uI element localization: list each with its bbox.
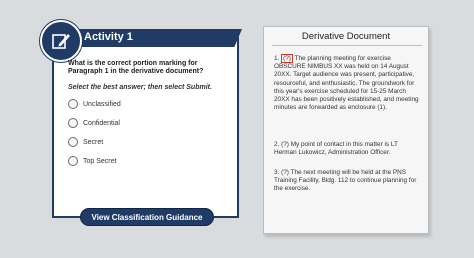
paragraph-number: 2. bbox=[274, 141, 280, 148]
radio-button[interactable] bbox=[68, 137, 78, 147]
document-paragraph-3: 3. (?) The next meeting will be held at … bbox=[274, 169, 422, 194]
portion-marking-highlight: (?) bbox=[281, 54, 293, 63]
paragraph-number: 1. bbox=[274, 55, 280, 62]
document-title: Derivative Document bbox=[301, 31, 391, 42]
title-divider bbox=[272, 45, 422, 46]
option-label: Unclassified bbox=[83, 100, 121, 108]
paragraph-text: The planning meeting for exercise OBSCUR… bbox=[274, 55, 419, 112]
paragraph-text: My point of contact in this matter is LT… bbox=[274, 141, 398, 157]
portion-marking: (?) bbox=[281, 141, 289, 148]
instruction-text: Select the best answer; then select Subm… bbox=[68, 84, 212, 91]
activity-badge bbox=[40, 20, 82, 62]
radio-button[interactable] bbox=[68, 118, 78, 128]
option-label: Confidential bbox=[83, 119, 120, 127]
question-text: What is the correct portion marking for … bbox=[68, 60, 204, 75]
option-unclassified[interactable]: Unclassified bbox=[68, 98, 121, 110]
view-classification-guidance-button[interactable]: View Classification Guidance bbox=[80, 208, 214, 226]
option-label: Top Secret bbox=[83, 157, 117, 165]
option-secret[interactable]: Secret bbox=[68, 136, 103, 148]
radio-button[interactable] bbox=[68, 99, 78, 109]
activity-title: Activity 1 bbox=[84, 31, 133, 43]
document-paragraph-2: 2. (?) My point of contact in this matte… bbox=[274, 141, 422, 157]
paragraph-text: The next meeting will be held at the PNS… bbox=[274, 169, 417, 193]
option-label: Secret bbox=[83, 138, 104, 146]
paragraph-number: 3. bbox=[274, 169, 280, 176]
option-confidential[interactable]: Confidential bbox=[68, 117, 120, 129]
option-top-secret[interactable]: Top Secret bbox=[68, 155, 116, 167]
pencil-edit-icon bbox=[52, 34, 70, 49]
document-paragraph-1: 1. (?) The planning meeting for exercise… bbox=[274, 54, 422, 112]
radio-button[interactable] bbox=[68, 156, 78, 166]
portion-marking: (?) bbox=[281, 169, 289, 176]
